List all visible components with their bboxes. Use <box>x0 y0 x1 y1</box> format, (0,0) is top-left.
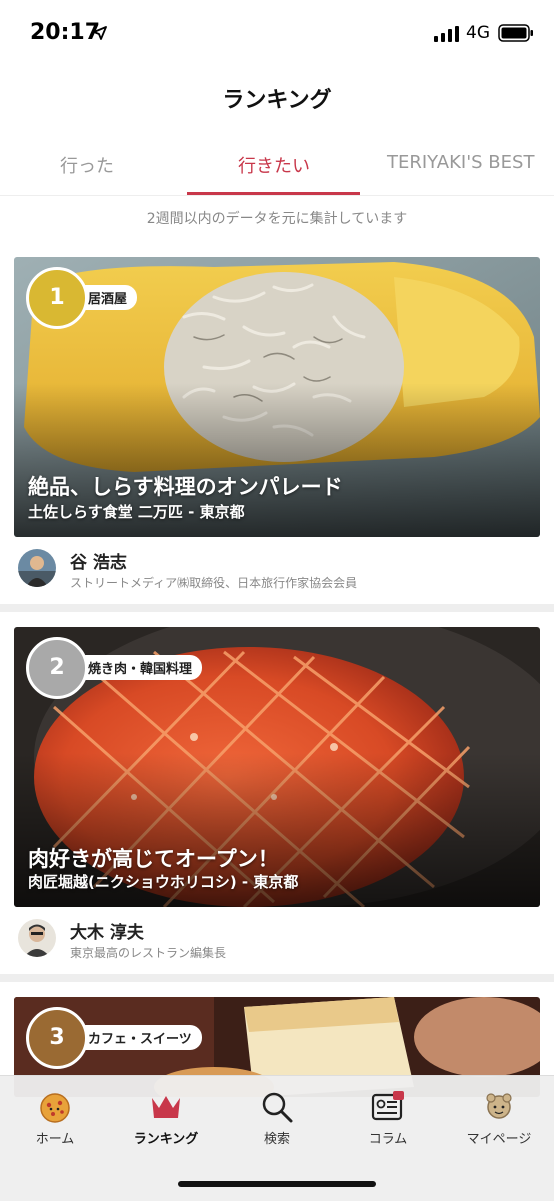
column-icon <box>371 1091 404 1121</box>
aggregation-note: 2週間以内のデータを元に集計しています <box>146 211 408 227</box>
card-separator <box>0 974 554 982</box>
rank-badge: 1 <box>26 267 88 329</box>
home-mascot-icon <box>40 1093 70 1123</box>
mypage-mascot-icon <box>486 1093 512 1119</box>
search-icon <box>262 1092 293 1123</box>
author-row[interactable]: 大木 淳夫 東京最高のレストラン編集長 <box>14 907 540 973</box>
battery-icon <box>498 24 533 42</box>
location-arrow-icon <box>93 26 107 40</box>
category-label: カフェ・スイーツ <box>74 1025 202 1050</box>
author-role: ストリートメディア㈱取締役、日本旅行作家協会会員 <box>70 576 358 590</box>
author-name: 谷 浩志 <box>70 553 127 573</box>
tab-teriyaki-best[interactable]: TERIYAKI'S BEST <box>387 152 534 173</box>
page-title: ランキング <box>222 88 332 113</box>
card-separator <box>0 604 554 612</box>
network-type: 4G <box>466 23 490 43</box>
author-role: 東京最高のレストラン編集長 <box>70 946 227 960</box>
active-tab-indicator <box>187 192 360 195</box>
tabbar-column-label: コラム <box>368 1132 408 1147</box>
status-bar: 20:17 4G <box>0 0 554 66</box>
author-row[interactable]: 谷 浩志 ストリートメディア㈱取締役、日本旅行作家協会会員 <box>14 537 540 603</box>
category-label: 焼き肉・韓国料理 <box>74 655 203 680</box>
tabs-divider <box>0 195 554 196</box>
ranking-card-2[interactable]: 肉好きが高じてオープン！ 肉匠堀越(ニクショウホリコシ) - 東京都 2 焼き肉… <box>14 627 540 967</box>
tabbar-column[interactable]: コラム <box>333 1090 443 1147</box>
tabbar-home[interactable]: ホーム <box>0 1090 110 1147</box>
author-name: 大木 淳夫 <box>70 923 144 943</box>
crown-icon <box>152 1096 180 1118</box>
card-title: 絶品、しらす料理のオンパレード <box>28 475 343 499</box>
tabbar-ranking-label: ランキング <box>133 1132 199 1147</box>
tabbar-ranking[interactable]: ランキング <box>111 1090 221 1147</box>
rank-badge: 3 <box>26 1007 88 1069</box>
tabbar-search[interactable]: 検索 <box>222 1090 332 1147</box>
home-indicator <box>178 1181 376 1187</box>
rank-badge: 2 <box>26 637 88 699</box>
status-time: 20:17 <box>30 20 101 45</box>
signal-icon <box>434 26 459 42</box>
card-restaurant: 土佐しらす食堂 二万匹 - 東京都 <box>28 503 245 521</box>
tab-visited[interactable]: 行った <box>60 152 114 178</box>
avatar <box>18 549 56 587</box>
card-restaurant: 肉匠堀越(ニクショウホリコシ) - 東京都 <box>28 873 299 891</box>
tabbar-mypage[interactable]: マイページ <box>444 1090 554 1147</box>
ranking-card-1[interactable]: 絶品、しらす料理のオンパレード 土佐しらす食堂 二万匹 - 東京都 1 居酒屋 … <box>14 257 540 597</box>
avatar <box>18 919 56 957</box>
tab-want-to-go[interactable]: 行きたい <box>238 152 310 178</box>
tabbar-search-label: 検索 <box>263 1132 290 1147</box>
tabbar-mypage-label: マイページ <box>466 1132 532 1147</box>
ranking-tabs: 行った 行きたい TERIYAKI'S BEST <box>0 140 554 196</box>
tabbar-home-label: ホーム <box>35 1132 75 1147</box>
card-title: 肉好きが高じてオープン！ <box>28 847 279 871</box>
